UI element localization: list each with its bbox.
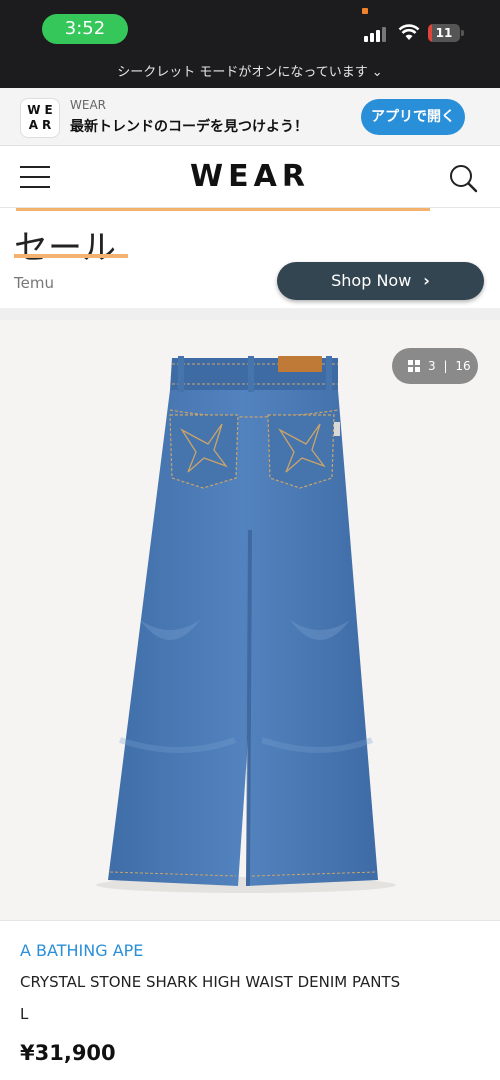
ad-accent-strip [16, 208, 430, 211]
wifi-icon [398, 24, 420, 40]
product-image[interactable]: 3 | 16 [0, 320, 500, 920]
app-logo: WE AR [20, 98, 60, 138]
gallery-current: 3 [428, 359, 436, 373]
gallery-separator: | [443, 359, 448, 373]
ad-banner[interactable]: セール Temu Shop Now › [0, 208, 500, 308]
shop-now-button[interactable]: Shop Now › [277, 262, 484, 300]
app-tagline: 最新トレンドのコーデを見つけよう！ [70, 119, 308, 135]
status-bar: 3:52 11 [0, 0, 500, 60]
gallery-total: 16 [455, 359, 471, 373]
grid-icon [408, 360, 420, 372]
app-name: WEAR [70, 98, 106, 112]
app-banner: WE AR WEAR 最新トレンドのコーデを見つけよう！ アプリで開く [0, 88, 500, 146]
ad-title-underline [14, 254, 128, 258]
battery-icon: 11 [428, 24, 464, 42]
battery-level: 11 [435, 26, 453, 40]
product-name: CRYSTAL STONE SHARK HIGH WAIST DENIM PAN… [20, 973, 401, 991]
brand-link[interactable]: A BATHING APE [20, 941, 143, 960]
ad-sponsor: Temu [14, 274, 54, 292]
chevron-down-icon: ⌄ [371, 65, 383, 80]
site-header: WEAR [0, 146, 500, 208]
product-size: L [20, 1005, 29, 1023]
shop-now-label: Shop Now [331, 271, 412, 290]
site-logo[interactable]: WEAR [0, 159, 500, 194]
denim-pants-image [96, 356, 396, 893]
section-divider [0, 308, 500, 320]
status-time: 3:52 [42, 14, 128, 44]
product-price: ¥31,900 [20, 1041, 116, 1065]
chevron-right-icon: › [423, 271, 430, 290]
open-app-button[interactable]: アプリで開く [361, 99, 465, 135]
search-icon[interactable] [448, 163, 478, 193]
gallery-counter[interactable]: 3 | 16 [392, 348, 478, 384]
product-info: A BATHING APE CRYSTAL STONE SHARK HIGH W… [0, 920, 500, 1080]
private-mode-bar[interactable]: シークレット モードがオンになっています ⌄ [0, 60, 500, 88]
private-mode-text: シークレット モードがオンになっています [117, 65, 368, 80]
ad-title: セール [14, 228, 116, 268]
signal-icon [364, 24, 388, 42]
privacy-indicator-icon [362, 8, 368, 14]
